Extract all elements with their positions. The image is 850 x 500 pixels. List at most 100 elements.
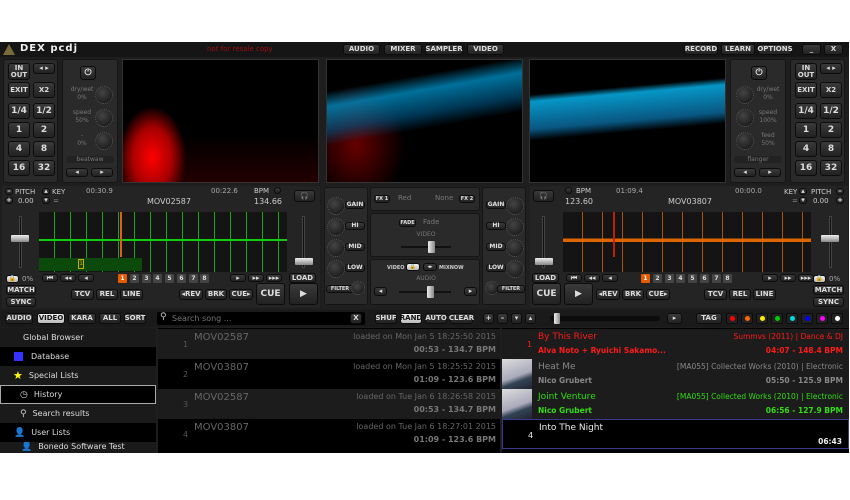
tcv-button[interactable]: TCV <box>704 289 727 300</box>
fx-dry-wet-knob[interactable] <box>95 86 113 104</box>
history-row[interactable]: 3 MOV02587 loaded on Tue Jan 6 18:26:58 … <box>158 389 500 419</box>
tag-color-5[interactable] <box>801 313 813 324</box>
brake-button[interactable]: BRK <box>622 289 644 300</box>
hi-kill-button[interactable]: HI <box>486 222 506 230</box>
mid-knob-right[interactable] <box>506 239 524 257</box>
mid-kill-button[interactable]: MID <box>486 243 506 251</box>
hotcue-7[interactable]: 7 <box>712 274 721 283</box>
brake-button[interactable]: BRK <box>205 289 227 300</box>
fast-forward-button[interactable]: ▸▸ <box>780 274 796 282</box>
line-button[interactable]: LINE <box>753 289 776 300</box>
sidebar-item-bonedo[interactable]: 👤 Bonedo Software Test <box>0 442 156 453</box>
filter-all[interactable]: ALL <box>99 313 121 324</box>
search-clear-button[interactable]: X <box>350 313 362 324</box>
key-down-button[interactable]: ▾ <box>42 197 50 204</box>
shuffle-button[interactable]: SHUF <box>375 313 397 324</box>
fx2-button[interactable]: FX 2 <box>459 195 475 203</box>
pitch-plus-button[interactable]: + <box>836 197 844 204</box>
nudge-back-button[interactable]: ◂ <box>78 274 94 282</box>
cue-button[interactable]: CUE <box>256 283 285 305</box>
key-up-button[interactable]: ▴ <box>42 188 50 195</box>
pitch-lock-icon[interactable]: 🔒 <box>6 275 19 283</box>
loop-32[interactable]: 32 <box>820 160 842 176</box>
hi-kill-button[interactable]: HI <box>345 222 365 230</box>
sidebar-item-search-results[interactable]: ⚲ Search results <box>0 404 156 423</box>
mid-kill-button[interactable]: MID <box>345 243 365 251</box>
hotcue-5[interactable]: 5 <box>165 274 174 283</box>
mid-knob-left[interactable] <box>327 239 345 257</box>
tab-video[interactable]: VIDEO <box>467 44 504 55</box>
hotcue-7[interactable]: 7 <box>189 274 198 283</box>
tab-mixer[interactable]: MIXER <box>384 44 422 55</box>
low-knob-right[interactable] <box>506 260 524 278</box>
skip-start-button[interactable]: ⏮ <box>42 274 58 282</box>
mix-arrows-icon[interactable]: ◂▸ <box>423 263 437 271</box>
reverse-button[interactable]: ◂REV <box>179 289 203 300</box>
tag-color-1[interactable] <box>741 313 753 324</box>
loop-shift-arrows[interactable]: ◂ ▸ <box>33 63 55 74</box>
hi-knob-right[interactable] <box>506 218 524 236</box>
match-button[interactable]: MATCH <box>813 285 844 295</box>
load-button[interactable]: LOAD <box>289 273 316 283</box>
hotcue-1[interactable]: 1 <box>118 274 127 283</box>
tag-button[interactable]: TAG <box>696 313 722 324</box>
exit-button[interactable]: EXIT <box>795 82 817 98</box>
fx1-button[interactable]: FX 1 <box>374 195 390 203</box>
tab-sampler[interactable]: SAMPLER <box>425 44 463 55</box>
tag-color-3[interactable] <box>771 313 783 324</box>
nudge-back-button[interactable]: ◂ <box>602 274 618 282</box>
minimize-button[interactable]: _ <box>802 44 821 55</box>
load-button[interactable]: LOAD <box>532 273 559 283</box>
filter-kara[interactable]: KARA <box>68 313 96 324</box>
loop-4[interactable]: 4 <box>795 141 817 157</box>
mixnow-button[interactable]: MIXNOW <box>439 265 464 271</box>
x2-button[interactable]: X2 <box>820 82 842 98</box>
hotcue-6[interactable]: 6 <box>177 274 186 283</box>
filter-audio[interactable]: AUDIO <box>5 313 33 324</box>
tag-color-6[interactable] <box>816 313 828 324</box>
fx-next-button[interactable]: ▸ <box>91 168 113 177</box>
hotcue-6[interactable]: 6 <box>700 274 709 283</box>
loop-8[interactable]: 8 <box>33 141 55 157</box>
hotcue-2[interactable]: 2 <box>653 274 662 283</box>
tag-color-2[interactable] <box>756 313 768 324</box>
loop-1-2[interactable]: 1/2 <box>820 103 842 119</box>
playlist-row[interactable]: 4 Into The Night 06:43 <box>502 419 849 449</box>
video-crossfader-track[interactable] <box>401 246 451 248</box>
rel-button[interactable]: REL <box>96 289 118 300</box>
cue-button[interactable]: CUE <box>532 283 561 305</box>
loop-1-2[interactable]: 1/2 <box>33 103 55 119</box>
low-kill-button[interactable]: LOW <box>486 264 506 272</box>
bpm-tap-button[interactable] <box>274 187 281 194</box>
in-out-button[interactable]: IN OUT <box>8 63 30 80</box>
skip-start-button[interactable]: ⏮ <box>566 274 582 282</box>
hotcue-4[interactable]: 4 <box>153 274 162 283</box>
line-button[interactable]: LINE <box>120 289 143 300</box>
headphone-cue-icon[interactable]: 🎧 <box>294 190 315 202</box>
loop-2[interactable]: 2 <box>820 122 842 138</box>
cue-skip-button[interactable]: CUE▸ <box>646 289 670 300</box>
right-waveform[interactable] <box>563 212 811 272</box>
exit-button[interactable]: EXIT <box>8 82 30 98</box>
reverse-button[interactable]: ◂REV <box>596 289 620 300</box>
playlist-row[interactable]: Heat Me Nico Grubert [MA055] Collected W… <box>502 359 849 389</box>
learn-button[interactable]: LEARN <box>721 44 755 55</box>
hotcue-2[interactable]: 2 <box>130 274 139 283</box>
play-button[interactable]: ▶ <box>564 283 593 305</box>
track-overview-progress[interactable] <box>39 258 142 271</box>
rewind-button[interactable]: ◂◂ <box>584 274 600 282</box>
loop-16[interactable]: 16 <box>8 160 30 176</box>
close-button[interactable]: X <box>824 44 843 55</box>
random-button[interactable]: RAND <box>400 313 422 324</box>
x2-button[interactable]: X2 <box>33 82 55 98</box>
tab-audio[interactable]: AUDIO <box>343 44 380 55</box>
fx-prev-button[interactable]: ◂ <box>734 168 756 177</box>
history-row[interactable]: 2 MOV03807 loaded on Mon Jan 5 18:25:52 … <box>158 359 500 389</box>
hotcue-8[interactable]: 8 <box>200 274 209 283</box>
fx-param3-knob[interactable] <box>95 132 113 150</box>
pitch-minus-button[interactable]: – <box>836 188 844 195</box>
video-crossfader-handle[interactable] <box>428 241 435 253</box>
sidebar-item-history[interactable]: ◷ History <box>0 385 156 404</box>
pitch-fader-handle[interactable] <box>11 235 29 242</box>
audio-crossfader-handle[interactable] <box>427 286 435 298</box>
